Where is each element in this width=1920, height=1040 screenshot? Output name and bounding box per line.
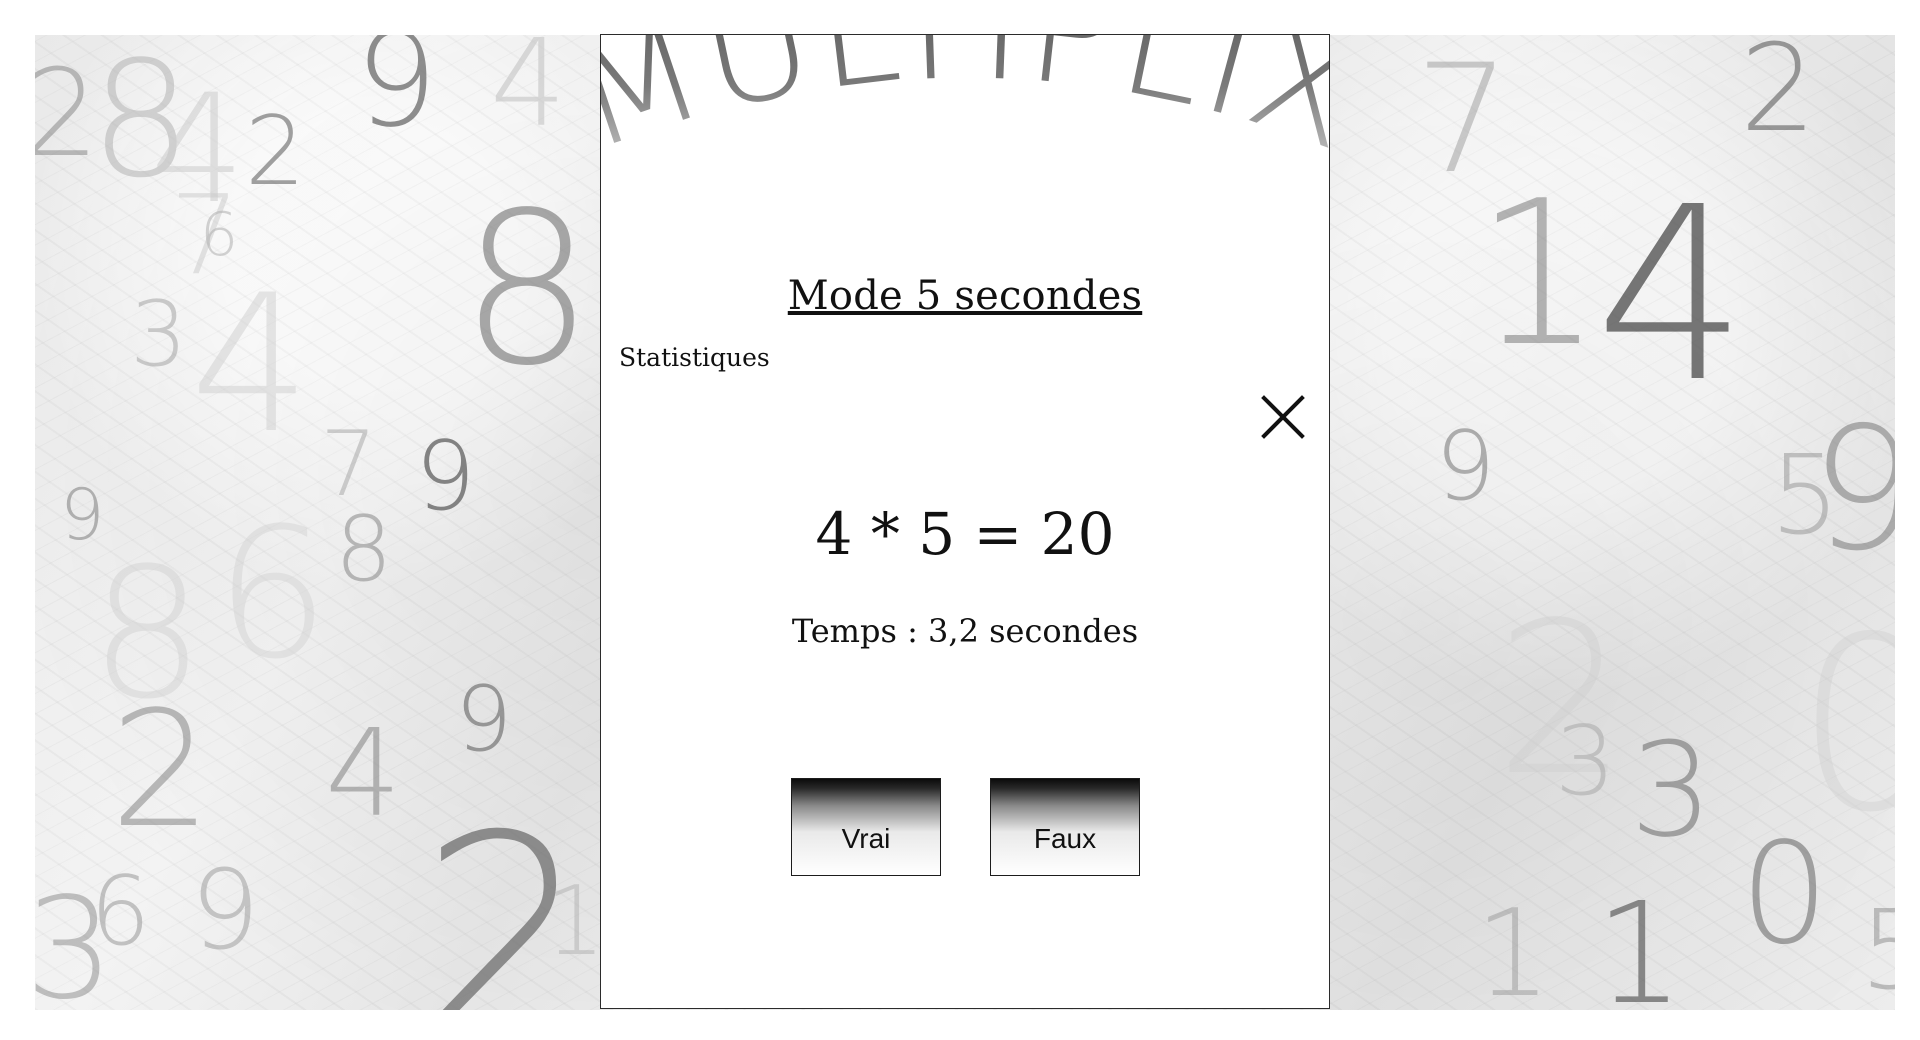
- background-digit: 0: [1740, 813, 1830, 976]
- game-panel: MULTIPLIX Mode 5 secondes Statistiques 4…: [600, 34, 1330, 1009]
- background-digit: 7: [320, 412, 378, 517]
- background-digit: 2: [35, 45, 100, 184]
- background-digit: 7: [1415, 35, 1511, 207]
- background-digit: 6: [90, 857, 151, 967]
- logo: MULTIPLIX: [601, 35, 1329, 215]
- logo-graphic: MULTIPLIX: [601, 35, 1329, 184]
- background-digit: 8: [90, 530, 205, 739]
- background-digit: 2: [110, 676, 212, 863]
- background-digit: 4: [325, 705, 402, 844]
- background-digit: 8: [335, 497, 393, 602]
- close-button[interactable]: [1256, 390, 1310, 444]
- background-digit: 9: [355, 35, 438, 156]
- false-button[interactable]: Faux: [990, 778, 1140, 876]
- background-digit: 9: [415, 422, 476, 532]
- background-digit: 7: [170, 171, 240, 299]
- background-digit: 2: [420, 777, 592, 1011]
- background-digit: 2: [1495, 577, 1629, 822]
- background-digit: 1: [1595, 873, 1685, 1011]
- background-digit: 3: [35, 868, 115, 1011]
- mode-title: Mode 5 secondes: [787, 273, 1143, 319]
- background-digit: 9: [190, 846, 260, 974]
- background-digit: 8: [90, 35, 192, 213]
- true-button-label: Vrai: [841, 823, 891, 854]
- background-digit: 9: [1435, 412, 1496, 522]
- close-icon: [1261, 395, 1305, 439]
- background-digit: 5: [1860, 895, 1895, 1005]
- timer-text: Temps : 3,2 secondes: [791, 612, 1139, 650]
- background-digit: 4: [490, 35, 567, 154]
- stats-link[interactable]: Statistiques: [619, 343, 770, 372]
- background-digit: 0: [1795, 585, 1895, 865]
- math-question: 4 * 5 = 20: [815, 500, 1115, 568]
- background-digit: 9: [60, 474, 105, 556]
- svg-text:MULTIPLIX: MULTIPLIX: [601, 35, 1329, 184]
- background-digit: 3: [1555, 707, 1616, 817]
- logo-text: MULTIPLIX: [601, 35, 1329, 184]
- background-digit: 1: [1475, 158, 1603, 391]
- background-digit: 5: [1770, 431, 1840, 559]
- background-digit: 9: [1810, 391, 1895, 589]
- true-button[interactable]: Vrai: [791, 778, 941, 876]
- background-digit: 2: [245, 97, 306, 207]
- background-digit: 6: [200, 200, 239, 270]
- background-digit: 1: [545, 867, 606, 977]
- background-digit: 4: [150, 63, 246, 237]
- background-digit: 4: [190, 254, 311, 475]
- background-digit: 6: [215, 490, 330, 699]
- background-digit: 9: [455, 667, 513, 772]
- background-digit: 8: [460, 167, 594, 412]
- background-digit: 4: [1595, 155, 1748, 435]
- background-digit: 2: [1740, 35, 1817, 159]
- background-digit: 3: [130, 282, 188, 387]
- false-button-label: Faux: [1033, 823, 1097, 854]
- background-digit: 1: [1475, 885, 1552, 1011]
- background-digit: 3: [1630, 714, 1713, 866]
